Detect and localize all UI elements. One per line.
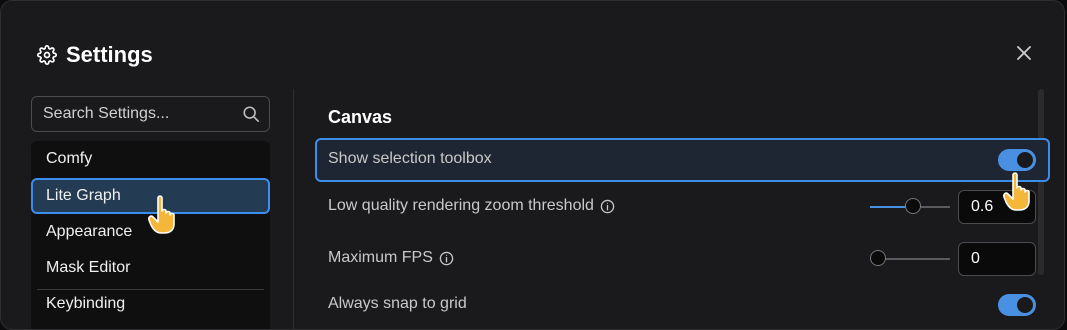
zoom-threshold-input[interactable]: 0.6 (958, 190, 1036, 224)
info-icon[interactable] (600, 199, 615, 214)
search-box (31, 96, 270, 132)
close-icon[interactable] (1017, 46, 1031, 60)
sidebar-item-lite-graph[interactable]: Lite Graph (31, 178, 270, 214)
setting-label-text: Low quality rendering zoom threshold (328, 197, 594, 214)
toggle-knob (1017, 152, 1033, 168)
setting-label-text: Maximum FPS (328, 249, 433, 266)
setting-row-always-snap-to-grid: Always snap to grid (315, 283, 1050, 327)
sidebar-item-mask-editor[interactable]: Mask Editor (31, 250, 270, 286)
info-icon[interactable] (439, 251, 454, 266)
setting-label: Always snap to grid (328, 295, 467, 313)
setting-row-show-selection-toolbox: Show selection toolbox (315, 138, 1050, 182)
setting-label: Maximum FPS (328, 249, 454, 267)
panel-divider (293, 89, 294, 329)
sidebar-item-label: Appearance (46, 223, 133, 240)
search-input[interactable] (43, 97, 233, 131)
section-title: Canvas (328, 107, 393, 127)
setting-label: Low quality rendering zoom threshold (328, 197, 615, 215)
close-button[interactable] (1014, 43, 1034, 63)
setting-label-text: Show selection toolbox (328, 150, 492, 167)
setting-row-maximum-fps: Maximum FPS 0 (315, 237, 1050, 281)
sidebar-item-label: Lite Graph (46, 187, 121, 204)
gear-icon (37, 45, 57, 65)
sidebar-item-keybinding[interactable]: Keybinding (31, 286, 270, 322)
always-snap-to-grid-toggle[interactable] (998, 294, 1036, 316)
maximum-fps-input[interactable]: 0 (958, 242, 1036, 276)
show-selection-toolbox-toggle[interactable] (998, 149, 1036, 171)
slider-thumb[interactable] (870, 250, 886, 266)
maximum-fps-slider[interactable] (870, 249, 950, 269)
sidebar-item-label: Mask Editor (46, 259, 131, 276)
sidebar-item-appearance[interactable]: Appearance (31, 214, 270, 250)
sidebar-item-comfy[interactable]: Comfy (31, 141, 270, 177)
sidebar-item-label: Comfy (46, 150, 93, 167)
settings-dialog: Settings Comfy Lite Graph Appearance (0, 0, 1065, 330)
zoom-threshold-slider[interactable] (870, 197, 950, 217)
setting-row-low-quality-zoom-threshold: Low quality rendering zoom threshold 0.6 (315, 185, 1050, 229)
toggle-knob (1017, 297, 1033, 313)
dialog-title: Settings (66, 42, 153, 67)
dialog-header: Settings (37, 39, 153, 71)
settings-sidebar: Comfy Lite Graph Appearance Mask Editor … (31, 96, 270, 329)
settings-category-list: Comfy Lite Graph Appearance Mask Editor … (31, 141, 270, 329)
setting-label: Show selection toolbox (328, 150, 492, 168)
search-icon[interactable] (242, 105, 260, 123)
setting-label-text: Always snap to grid (328, 295, 467, 312)
slider-thumb[interactable] (905, 198, 922, 214)
sidebar-item-label: Keybinding (46, 295, 126, 312)
